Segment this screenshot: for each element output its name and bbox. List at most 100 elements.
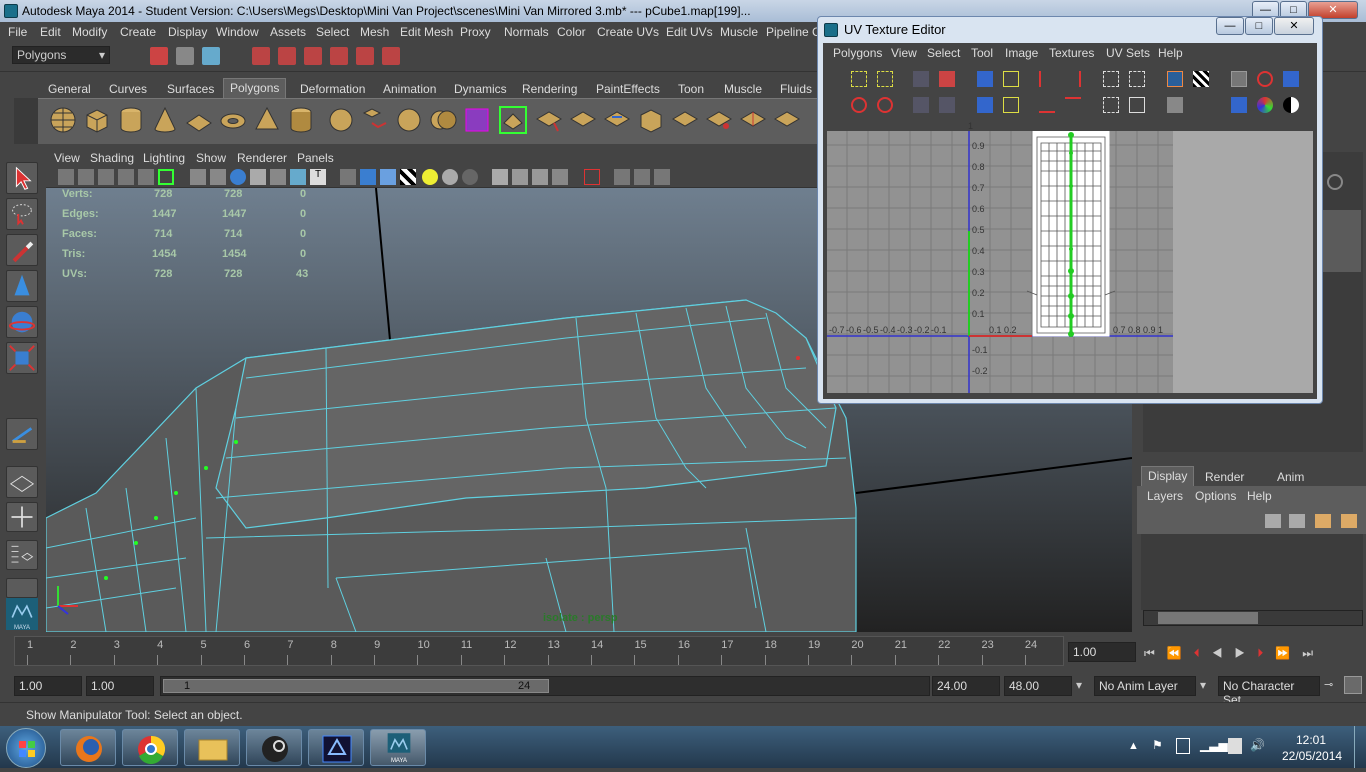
- poly-torus-icon[interactable]: [218, 105, 248, 135]
- shelf-tab-dynamics[interactable]: Dynamics: [448, 80, 513, 98]
- uv-menu-uv-sets[interactable]: UV Sets: [1106, 46, 1150, 60]
- playback-start-field[interactable]: 1.00: [86, 676, 154, 696]
- playback-end-field[interactable]: 24.00: [932, 676, 1000, 696]
- anim-layer-field[interactable]: No Anim Layer: [1094, 676, 1196, 696]
- all-lights-icon[interactable]: [422, 169, 438, 185]
- split-icon[interactable]: [602, 105, 632, 135]
- uv-align-bottom-icon[interactable]: [1039, 97, 1055, 113]
- clock-date[interactable]: 22/05/2014: [1282, 749, 1342, 763]
- wireframe-icon[interactable]: [190, 169, 206, 185]
- taskbar-maya[interactable]: MAYA: [370, 729, 426, 766]
- taskbar-firefox[interactable]: [60, 729, 116, 766]
- range-slider-handle[interactable]: 1 24: [163, 679, 549, 693]
- shadows-icon[interactable]: [290, 169, 306, 185]
- image-plane-icon[interactable]: [118, 169, 134, 185]
- menu-mesh[interactable]: Mesh: [360, 25, 389, 39]
- uv-flip-v-icon[interactable]: [877, 71, 893, 87]
- shelf-tab-muscle[interactable]: Muscle: [718, 80, 768, 98]
- layer-new-selected-icon[interactable]: [1341, 514, 1357, 528]
- uv-shade-icon[interactable]: [1283, 71, 1299, 87]
- uv-shell-select-icon[interactable]: [1103, 71, 1119, 87]
- key-icon[interactable]: ⊸: [1324, 678, 1333, 691]
- panel-menu-show[interactable]: Show: [196, 151, 226, 165]
- layer-menu-options[interactable]: Options: [1195, 489, 1236, 503]
- snap-plane-icon[interactable]: [330, 47, 348, 65]
- shelf-options[interactable]: [14, 98, 38, 144]
- menu-normals[interactable]: Normals: [504, 25, 549, 39]
- menu-pipeline[interactable]: Pipeline C: [766, 25, 821, 39]
- xray-icon[interactable]: [270, 169, 286, 185]
- layout-extra-button[interactable]: [6, 578, 38, 598]
- clock-time[interactable]: 12:01: [1296, 733, 1326, 747]
- smooth-proxy-icon[interactable]: [462, 105, 492, 135]
- uv-grid-toggle-icon[interactable]: [1231, 71, 1247, 87]
- layout-four-button[interactable]: [6, 502, 38, 532]
- poly-cylinder-icon[interactable]: [116, 105, 146, 135]
- uv-image-range-icon[interactable]: [1167, 97, 1183, 113]
- uv-align-top-icon[interactable]: [1065, 97, 1081, 113]
- uv-close-button[interactable]: ✕: [1274, 17, 1314, 35]
- uv-unfold-icon[interactable]: [977, 97, 993, 113]
- panel-menu-renderer[interactable]: Renderer: [237, 151, 287, 165]
- uv-grid-icon[interactable]: [1003, 71, 1019, 87]
- menu-file[interactable]: File: [8, 25, 27, 39]
- uv-rgb-channels-icon[interactable]: [1257, 97, 1273, 113]
- menu-window[interactable]: Window: [216, 25, 259, 39]
- extrude-icon[interactable]: [498, 105, 528, 135]
- resolution-gate-icon[interactable]: [614, 169, 630, 185]
- boolean-icon[interactable]: [428, 105, 458, 135]
- isolate-icon[interactable]: [584, 169, 600, 185]
- manipulator-tool-button[interactable]: [6, 418, 38, 450]
- menu-select[interactable]: Select: [316, 25, 349, 39]
- battery-icon[interactable]: [1228, 738, 1242, 754]
- go-to-end-icon[interactable]: ⏭: [1302, 646, 1325, 660]
- render-icon[interactable]: [382, 47, 400, 65]
- layer-scrollbar[interactable]: [1143, 610, 1363, 626]
- rotate-tool-button[interactable]: [6, 306, 38, 338]
- uv-relax-icon[interactable]: [1003, 97, 1019, 113]
- shelf-tab-toon[interactable]: Toon: [672, 80, 710, 98]
- character-set-dropdown-icon[interactable]: ▾: [1200, 678, 1206, 692]
- layer-tab-display[interactable]: Display: [1141, 466, 1195, 486]
- snap-point-icon[interactable]: [304, 47, 322, 65]
- anti-alias-icon[interactable]: [532, 169, 548, 185]
- isolate-select-icon[interactable]: [158, 169, 174, 185]
- panel-menu-view[interactable]: View: [54, 151, 80, 165]
- layer-menu-help[interactable]: Help: [1247, 489, 1272, 503]
- light-icon[interactable]: [442, 169, 458, 185]
- panel-menu-lighting[interactable]: Lighting: [143, 151, 185, 165]
- channel-box-tab[interactable]: [1323, 210, 1361, 272]
- shelf-tab-polygons[interactable]: Polygons: [223, 78, 287, 98]
- uv-menu-select[interactable]: Select: [927, 46, 960, 60]
- select-hierarchy-icon[interactable]: [150, 47, 168, 65]
- current-frame-field[interactable]: 1.00: [1068, 642, 1136, 662]
- uv-layout-icon[interactable]: [977, 71, 993, 87]
- move-tool-button[interactable]: [6, 270, 38, 302]
- show-desktop-button[interactable]: [1354, 726, 1366, 768]
- step-forward-key-icon[interactable]: ⏵: [1257, 646, 1275, 660]
- uv-editor-grid[interactable]: 1 0.9 0.8 0.7 0.6 0.5 0.4 0.3 0.2 0.1 -0…: [827, 121, 1313, 393]
- offset-edge-loop-icon[interactable]: [670, 105, 700, 135]
- menu-assets[interactable]: Assets: [270, 25, 306, 39]
- taskbar-app-5[interactable]: [308, 729, 364, 766]
- animation-start-field[interactable]: 1.00: [14, 676, 82, 696]
- menu-display[interactable]: Display: [168, 25, 207, 39]
- wire-on-shaded-icon[interactable]: [380, 169, 396, 185]
- taskbar-chrome[interactable]: [122, 729, 178, 766]
- append-icon[interactable]: [568, 105, 598, 135]
- uv-minimize-button[interactable]: —: [1216, 17, 1244, 35]
- shelf-tab-fluids[interactable]: Fluids: [774, 80, 818, 98]
- merge-icon[interactable]: [772, 105, 802, 135]
- camera-attributes-icon[interactable]: [78, 169, 94, 185]
- mode-selector[interactable]: Polygons ▾: [12, 46, 110, 64]
- bridge-icon[interactable]: [534, 105, 564, 135]
- poke-icon[interactable]: [704, 105, 734, 135]
- wedge-icon[interactable]: [738, 105, 768, 135]
- shaded-cube-icon[interactable]: [360, 169, 376, 185]
- start-button[interactable]: [6, 728, 46, 768]
- menu-create[interactable]: Create: [120, 25, 156, 39]
- channel-box-toggle-icon[interactable]: [1327, 174, 1343, 190]
- uv-rotate-cw-icon[interactable]: [877, 97, 893, 113]
- layer-tab-render[interactable]: Render: [1199, 468, 1250, 486]
- grid-icon[interactable]: [138, 169, 154, 185]
